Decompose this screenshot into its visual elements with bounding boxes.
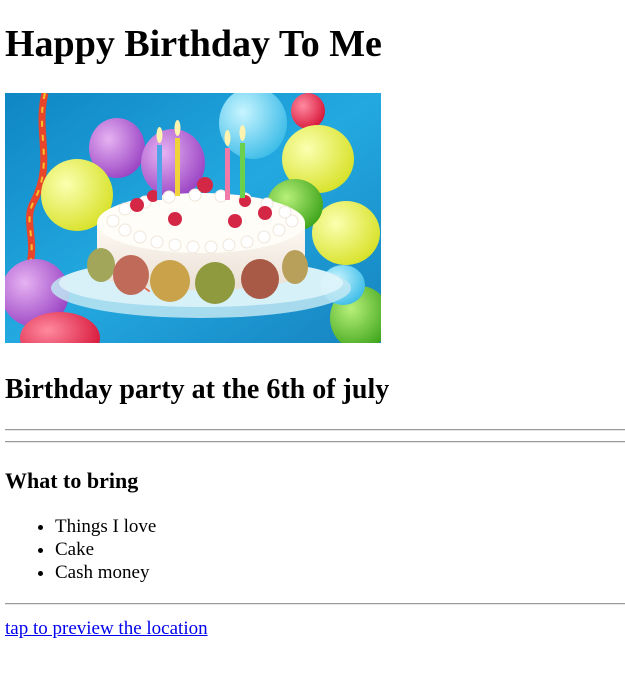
party-date-heading: Birthday party at the 6th of july [5,374,390,405]
bring-list: Things I love Cake Cash money [5,515,625,584]
birthday-cake-image [5,93,381,343]
location-preview-link[interactable]: tap to preview the location [5,617,208,640]
what-to-bring-heading: What to bring [5,468,139,493]
page-title: Happy Birthday To Me [5,23,382,65]
divider [5,441,625,443]
list-item: Cake [55,538,625,561]
divider [5,429,625,431]
page: Happy Birthday To Me Birthday party at t… [0,0,625,640]
list-item: Cash money [55,561,625,584]
list-item: Things I love [55,515,625,538]
divider [5,603,625,605]
